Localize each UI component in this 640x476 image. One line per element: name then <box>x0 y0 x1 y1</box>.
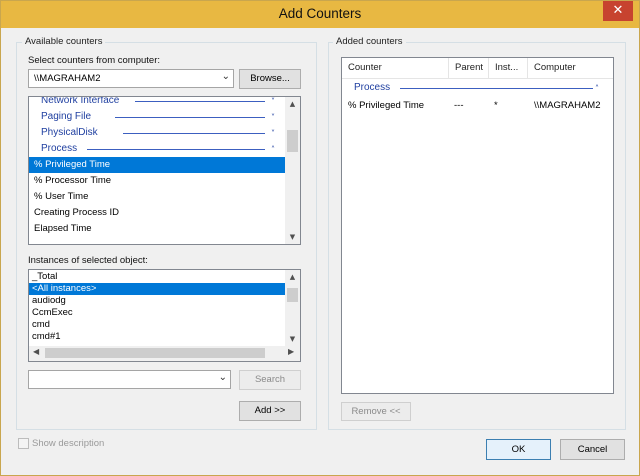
cancel-button[interactable]: Cancel <box>560 439 625 460</box>
column-header-counter[interactable]: Counter <box>342 58 449 78</box>
group-divider <box>123 133 265 134</box>
scroll-right-icon[interactable]: ▶ <box>288 347 294 356</box>
counter-list-scrollbar[interactable]: ▲ ▼ <box>285 97 300 244</box>
ok-button[interactable]: OK <box>486 439 551 460</box>
column-header-computer[interactable]: Computer <box>528 58 613 78</box>
chevron-down-icon: ⌄ <box>218 372 227 383</box>
instance-label: cmd#1 <box>32 331 61 342</box>
instance-label: audiodg <box>32 295 66 306</box>
scroll-thumb[interactable] <box>287 130 298 152</box>
counter-item[interactable]: Creating Process ID <box>29 205 285 221</box>
counter-group-row[interactable]: Process ˄ <box>29 141 285 157</box>
scroll-down-icon[interactable]: ▼ <box>285 233 300 241</box>
counter-item-label: % Processor Time <box>34 175 112 186</box>
counter-group-row[interactable]: Network Interface ˅ <box>29 96 285 110</box>
instance-label: cmd <box>32 319 50 330</box>
added-parent-cell: --- <box>454 100 464 111</box>
counter-group-row[interactable]: Paging File ˅ <box>29 109 285 125</box>
column-header-parent[interactable]: Parent <box>449 58 489 78</box>
group-divider <box>87 149 265 150</box>
add-counters-dialog: Add Counters ✕ Available counters Select… <box>0 0 640 476</box>
counter-group-label: Process <box>41 143 78 154</box>
close-icon: ✕ <box>612 3 624 18</box>
computer-combo[interactable]: \\MAGRAHAM2 ⌄ <box>28 69 234 88</box>
counter-item-label: Elapsed Time <box>34 223 92 234</box>
chevron-down-icon[interactable]: ˅ <box>271 126 275 142</box>
chevron-down-icon: ⌄ <box>221 71 230 82</box>
window-title: Add Counters <box>278 6 362 21</box>
counter-group-label: Paging File <box>41 111 92 122</box>
search-button[interactable]: Search <box>239 370 301 390</box>
instance-item[interactable]: cmd <box>29 319 285 331</box>
title-bar[interactable]: Add Counters ✕ <box>1 1 639 28</box>
instance-label: CcmExec <box>32 307 73 318</box>
scroll-up-icon[interactable]: ▲ <box>285 273 300 281</box>
select-computer-label: Select counters from computer: <box>28 55 160 66</box>
chevron-down-icon[interactable]: ˅ <box>271 97 275 110</box>
counter-group-label: Network Interface <box>41 96 120 106</box>
added-group-label: Process <box>354 82 391 93</box>
available-counters-label: Available counters <box>22 36 106 47</box>
browse-button[interactable]: Browse... <box>239 69 301 89</box>
counter-item-label: % User Time <box>34 191 89 202</box>
instance-item[interactable]: _Total <box>29 271 285 283</box>
added-instance-cell: * <box>494 100 498 111</box>
instances-label: Instances of selected object: <box>28 255 148 266</box>
instance-item[interactable]: CcmExec <box>29 307 285 319</box>
instances-list[interactable]: _Total <All instances> audiodg CcmExec cmd cm… <box>28 269 301 362</box>
chevron-up-icon[interactable]: ˄ <box>271 142 275 158</box>
added-group-process[interactable]: Process ˄ <box>342 80 613 96</box>
chevron-down-icon[interactable]: ˅ <box>271 110 275 126</box>
close-button[interactable]: ✕ <box>603 1 633 21</box>
instance-item[interactable]: audiodg <box>29 295 285 307</box>
column-header-instance[interactable]: Inst... <box>489 58 528 78</box>
group-divider <box>400 88 593 89</box>
added-counter-row[interactable]: % Privileged Time --- * \\MAGRAHAM2 <box>342 98 613 114</box>
scroll-up-icon[interactable]: ▲ <box>285 100 300 108</box>
scroll-thumb[interactable] <box>287 288 298 302</box>
show-description-label: Show description <box>32 438 105 449</box>
added-counters-label: Added counters <box>333 36 406 47</box>
group-divider <box>135 101 265 102</box>
instance-label: <All instances> <box>32 283 97 294</box>
instances-scrollbar[interactable]: ▲ ▼ <box>285 270 300 346</box>
chevron-up-icon[interactable]: ˄ <box>595 81 599 97</box>
counter-item[interactable]: % Processor Time <box>29 173 285 189</box>
counter-item[interactable]: Elapsed Time <box>29 221 285 237</box>
instances-hscrollbar[interactable]: ◀ ▶ <box>29 346 300 361</box>
instance-label: _Total <box>32 271 58 282</box>
add-button[interactable]: Add >> <box>239 401 301 421</box>
counter-group-row[interactable]: PhysicalDisk ˅ <box>29 125 285 141</box>
remove-button[interactable]: Remove << <box>341 402 411 421</box>
counter-group-label: PhysicalDisk <box>41 127 98 138</box>
group-divider <box>115 117 265 118</box>
counter-list[interactable]: Network Interface ˅ Paging File ˅ PhysicalDi… <box>28 96 301 245</box>
counter-item[interactable]: % Privileged Time <box>29 157 285 173</box>
hscroll-thumb[interactable] <box>45 348 265 358</box>
counter-item-label: % Privileged Time <box>34 159 111 170</box>
scroll-down-icon[interactable]: ▼ <box>285 335 300 343</box>
instance-item[interactable]: <All instances> <box>29 283 285 295</box>
added-counter-cell: % Privileged Time <box>348 100 425 111</box>
counter-item-label: Creating Process ID <box>34 207 120 218</box>
computer-value: \\MAGRAHAM2 <box>34 73 101 84</box>
scroll-left-icon[interactable]: ◀ <box>33 347 39 356</box>
counter-item[interactable]: % User Time <box>29 189 285 205</box>
added-computer-cell: \\MAGRAHAM2 <box>534 100 601 111</box>
instance-item[interactable]: cmd#1 <box>29 331 285 343</box>
header-divider <box>342 78 613 79</box>
show-description-checkbox[interactable] <box>18 438 29 449</box>
added-counters-list[interactable]: Counter Parent Inst... Computer Process … <box>341 57 614 394</box>
instance-search-combo[interactable]: ⌄ <box>28 370 231 389</box>
